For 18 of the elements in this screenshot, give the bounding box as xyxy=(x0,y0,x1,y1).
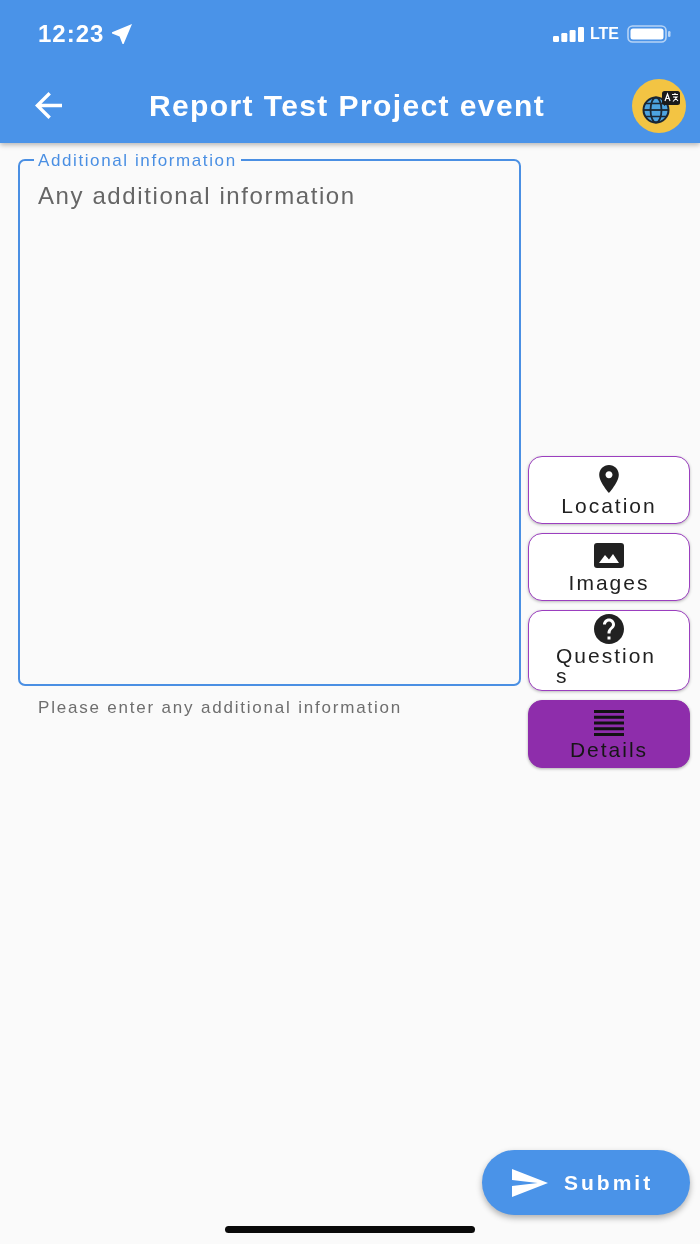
page-title: Report Test Project event xyxy=(148,87,546,124)
status-time: 12:23 xyxy=(38,20,105,48)
image-icon xyxy=(594,543,624,568)
section-tab[interactable]: Location xyxy=(528,456,690,524)
help-icon xyxy=(594,614,624,644)
section-tab[interactable]: Images xyxy=(528,533,690,601)
location-arrow-icon xyxy=(112,24,133,44)
list-lines-icon xyxy=(594,709,624,736)
network-label: LTE xyxy=(589,25,619,43)
signal-icon xyxy=(552,26,584,42)
battery-icon xyxy=(627,25,671,43)
section-tab[interactable]: Questions xyxy=(528,610,690,691)
send-icon xyxy=(512,1168,548,1197)
field-label: Additional information xyxy=(34,152,241,169)
back-arrow-icon[interactable] xyxy=(35,92,62,119)
language-globe-icon[interactable] xyxy=(632,78,686,133)
map-pin-icon xyxy=(599,464,619,493)
helper-text: Please enter any additional information xyxy=(37,698,404,718)
